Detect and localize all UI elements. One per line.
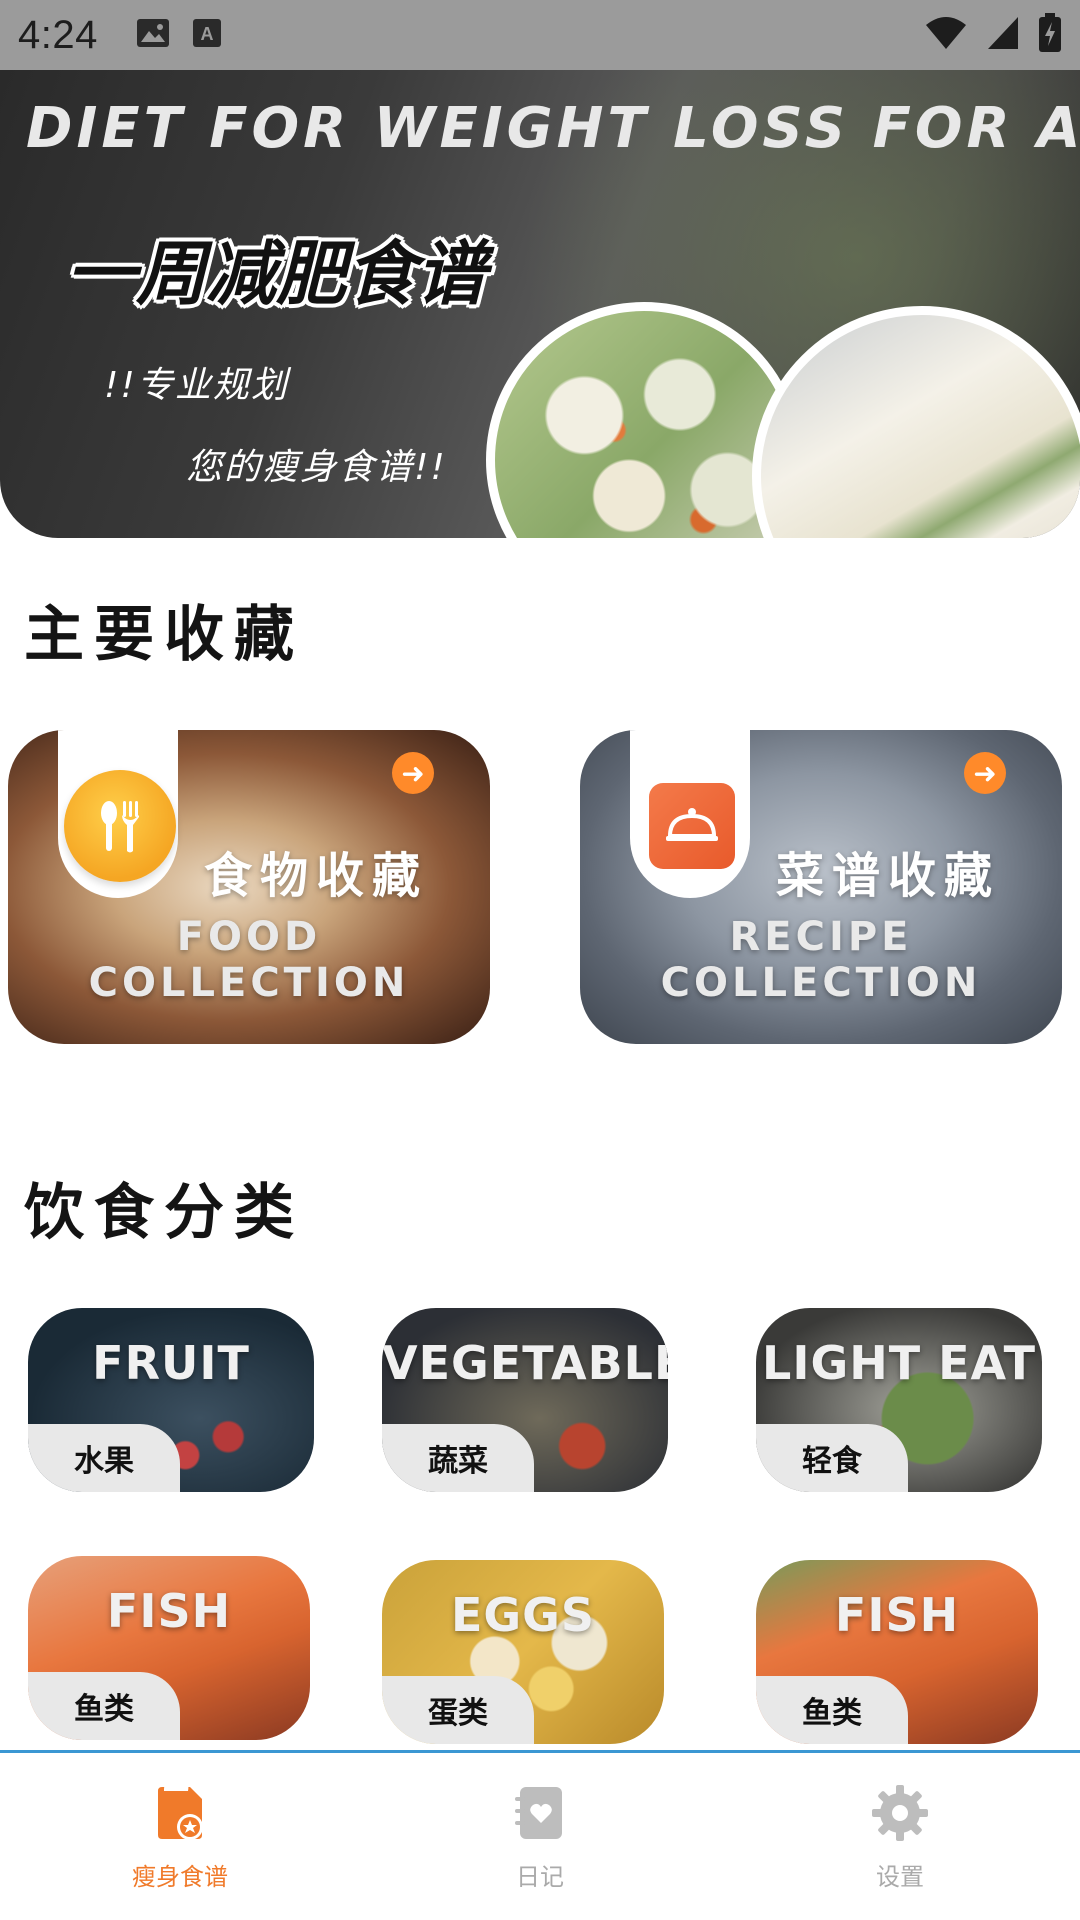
banner-title-cn: 一周减肥食谱 xyxy=(66,233,486,315)
category-fish-2[interactable]: FISH 鱼类 xyxy=(756,1560,1038,1744)
arrow-right-icon[interactable]: ➜ xyxy=(392,752,434,794)
category-label-en: FRUIT xyxy=(92,1336,250,1390)
arrow-right-icon[interactable]: ➜ xyxy=(964,752,1006,794)
sandwich-image xyxy=(752,306,1080,538)
nav-label-settings: 设置 xyxy=(876,1863,924,1891)
category-label-cn: 轻食 xyxy=(756,1424,908,1492)
category-eggs[interactable]: EGGS 蛋类 xyxy=(382,1560,664,1744)
category-label-cn: 水果 xyxy=(28,1424,180,1492)
banner-title-en: DIET FOR WEIGHT LOSS FOR A WEEK xyxy=(26,96,1080,161)
category-light-eat[interactable]: LIGHT EAT 轻食 xyxy=(756,1308,1042,1492)
wifi-icon xyxy=(924,15,968,55)
utensils-icon xyxy=(64,770,176,882)
font-icon: A xyxy=(192,18,222,52)
recipe-collection-subtitle: RECIPE COLLECTION xyxy=(660,914,982,1006)
category-label-en: FISH xyxy=(106,1584,232,1638)
section-title-categories: 饮食分类 xyxy=(24,1178,304,1248)
gear-icon xyxy=(870,1783,930,1847)
category-label-en: FISH xyxy=(834,1588,960,1642)
food-collection-subtitle: FOOD COLLECTION xyxy=(88,914,410,1006)
category-label-cn: 鱼类 xyxy=(28,1672,180,1740)
bottom-navigation: 瘦身食谱 日记 设置 xyxy=(0,1750,1080,1920)
nav-item-recipes[interactable]: 瘦身食谱 xyxy=(0,1753,360,1920)
image-icon xyxy=(136,18,170,52)
recipe-collection-title: 菜谱收藏 xyxy=(776,848,1001,904)
food-collection-title: 食物收藏 xyxy=(204,848,429,904)
status-bar: 4:24 A xyxy=(0,0,1080,70)
banner-tagline-2: 您的瘦身食谱!! xyxy=(186,447,447,488)
food-collection-card[interactable]: ➜ 食物收藏 FOOD COLLECTION xyxy=(8,730,490,1044)
section-title-favorites: 主要收藏 xyxy=(24,600,304,670)
category-fish[interactable]: FISH 鱼类 xyxy=(28,1556,310,1740)
category-label-en: EGGS xyxy=(450,1588,596,1642)
recipe-collection-card[interactable]: ➜ 菜谱收藏 RECIPE COLLECTION xyxy=(580,730,1062,1044)
nav-label-diary: 日记 xyxy=(516,1863,564,1891)
banner-tagline-1: !!专业规划 xyxy=(104,365,289,406)
svg-text:A: A xyxy=(200,24,213,44)
category-label-cn: 蛋类 xyxy=(382,1676,534,1744)
nav-item-diary[interactable]: 日记 xyxy=(360,1753,720,1920)
nav-label-recipes: 瘦身食谱 xyxy=(132,1863,228,1891)
category-label-en: VEGETABLE xyxy=(382,1336,668,1390)
category-label-cn: 蔬菜 xyxy=(382,1424,534,1492)
category-label-en: LIGHT EAT xyxy=(762,1336,1036,1390)
signal-icon xyxy=(986,15,1020,55)
category-vegetable[interactable]: VEGETABLE 蔬菜 xyxy=(382,1308,668,1492)
category-label-cn: 鱼类 xyxy=(756,1676,908,1744)
category-fruit[interactable]: FRUIT 水果 xyxy=(28,1308,314,1492)
diary-heart-icon xyxy=(510,1783,570,1847)
recipe-book-icon xyxy=(636,770,748,882)
battery-icon xyxy=(1038,13,1062,57)
hero-banner[interactable]: DIET FOR WEIGHT LOSS FOR A WEEK 一周减肥食谱 !… xyxy=(0,70,1080,538)
recipe-star-icon xyxy=(150,1782,210,1847)
status-time: 4:24 xyxy=(18,12,98,57)
nav-item-settings[interactable]: 设置 xyxy=(720,1753,1080,1920)
